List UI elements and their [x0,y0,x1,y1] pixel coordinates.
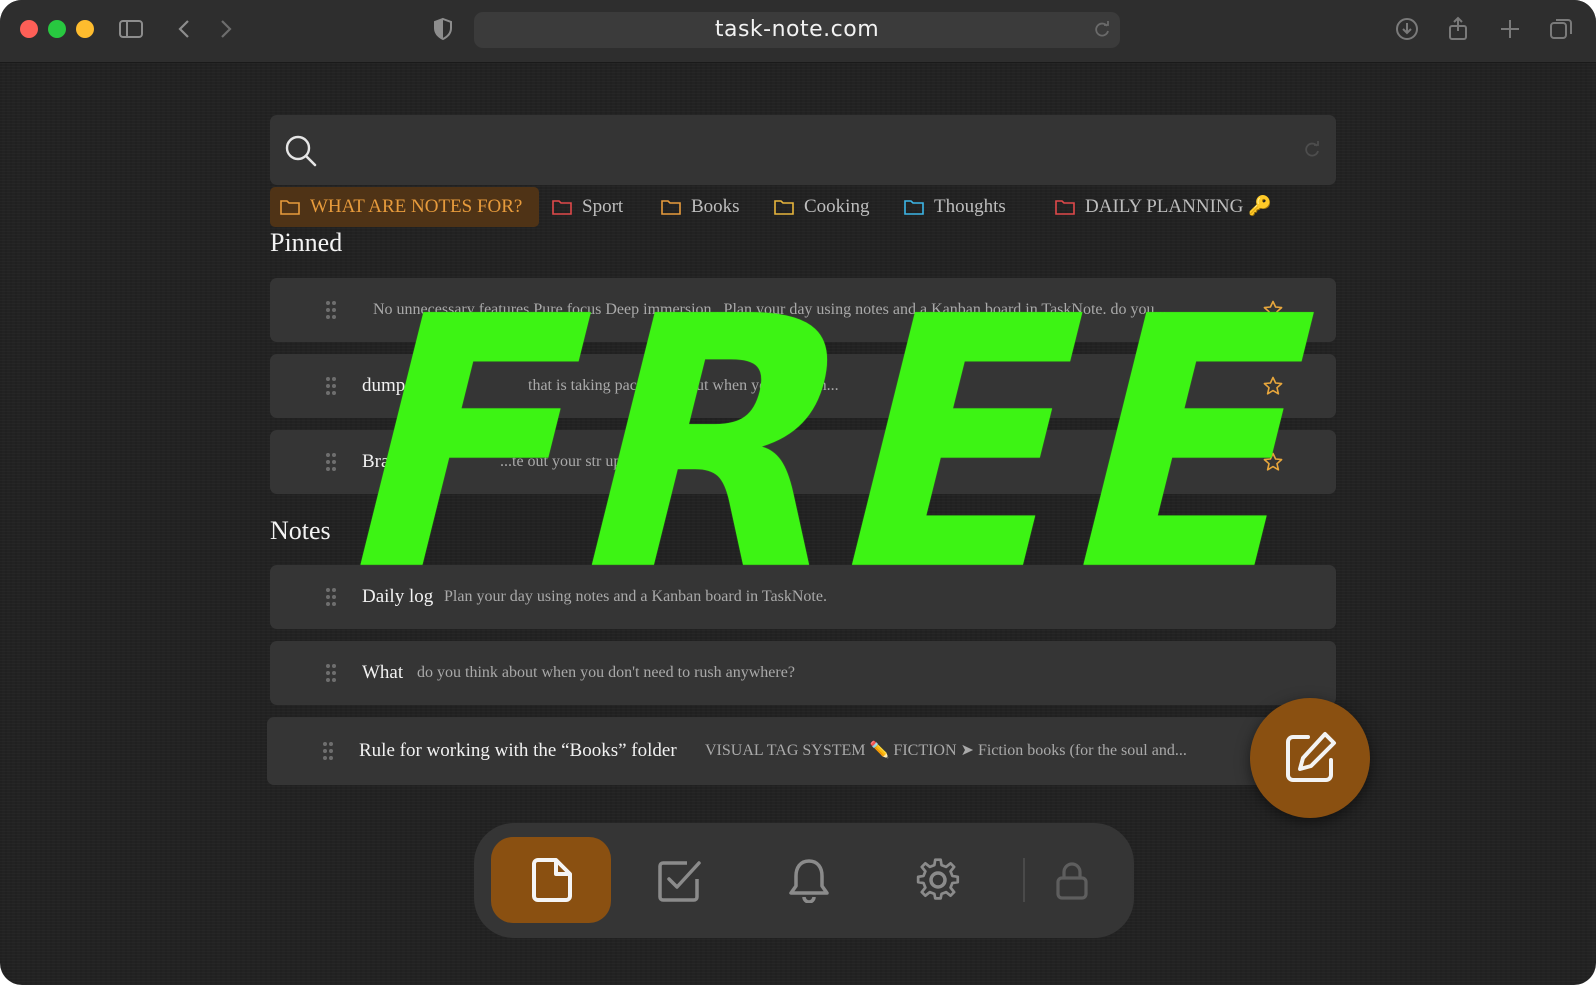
folder-tabs: WHAT ARE NOTES FOR? Sport Books Cooking … [270,187,1336,227]
folder-label: Sport [582,196,624,217]
pinned-heading: Pinned [270,228,343,257]
folder-tab-books[interactable]: Books [651,187,757,227]
search-bar[interactable] [270,115,1336,185]
note-icon [532,858,572,902]
folder-tab-thoughts[interactable]: Thoughts [894,187,1030,227]
browser-toolbar: task-note.com [0,0,1596,63]
nav-reminders-button[interactable] [749,837,869,923]
drag-handle-icon[interactable] [325,376,337,396]
folder-label: DAILY PLANNING 🔑 [1085,196,1272,217]
note-row[interactable]: What do you think about when you don't n… [270,641,1336,705]
drag-handle-icon[interactable] [325,663,337,683]
folder-tab-what-are-notes-for[interactable]: WHAT ARE NOTES FOR? [270,187,539,227]
note-title: Rule for working with the “Books” folder [359,740,677,761]
new-note-button[interactable] [1250,698,1370,818]
note-preview: do you think about when you don't need t… [417,664,795,681]
compose-icon [1286,732,1336,782]
refresh-icon[interactable] [1302,140,1322,160]
folder-tab-cooking[interactable]: Cooking [764,187,888,227]
checkbox-icon [658,861,701,902]
note-preview: VISUAL TAG SYSTEM ✏️ FICTION ➤ Fiction b… [705,742,1187,759]
drag-handle-icon[interactable] [322,741,334,761]
sidebar-toggle-icon[interactable] [118,16,144,42]
url-text: task-note.com [714,17,880,42]
folder-tab-sport[interactable]: Sport [542,187,642,227]
tab-overview-icon[interactable] [1548,16,1574,42]
maximize-window-button[interactable] [48,20,66,38]
folder-icon [280,200,300,215]
folder-label: Cooking [804,196,870,217]
folder-label: WHAT ARE NOTES FOR? [310,196,523,217]
folder-icon [774,200,794,215]
nav-settings-button[interactable] [878,837,998,923]
free-overlay-text: FREE [309,243,1365,647]
search-input[interactable] [334,129,1278,173]
privacy-shield-icon[interactable] [430,16,456,42]
drag-handle-icon[interactable] [325,452,337,472]
bell-icon [789,859,829,903]
lock-icon [1056,862,1088,900]
folder-tab-daily-planning[interactable]: DAILY PLANNING 🔑 [1045,187,1285,227]
minimize-window-button[interactable] [76,20,94,38]
new-tab-icon[interactable] [1497,16,1523,42]
nav-tasks-button[interactable] [620,837,740,923]
folder-icon [1055,200,1075,215]
folder-icon [552,200,572,215]
address-bar[interactable]: task-note.com [474,12,1120,48]
gear-icon [916,858,960,900]
reload-icon[interactable] [1092,20,1112,40]
forward-icon[interactable] [212,16,238,42]
nav-notes-button[interactable] [491,837,611,923]
folder-icon [904,200,924,215]
note-title: What [362,662,404,683]
notes-heading: Notes [270,516,331,545]
browser-window: task-note.com WHAT ARE NOTES FOR? Sport [0,0,1596,985]
bottom-navigation [474,823,1134,938]
close-window-button[interactable] [20,20,38,38]
note-row[interactable]: Rule for working with the “Books” folder… [267,717,1333,785]
share-icon[interactable] [1445,16,1471,42]
drag-handle-icon[interactable] [325,300,337,320]
search-icon [285,135,317,167]
folder-label: Books [691,196,740,217]
back-icon[interactable] [172,16,198,42]
downloads-icon[interactable] [1394,16,1420,42]
folder-label: Thoughts [934,196,1006,217]
folder-icon [661,200,681,215]
nav-lock-button[interactable] [1022,837,1122,923]
